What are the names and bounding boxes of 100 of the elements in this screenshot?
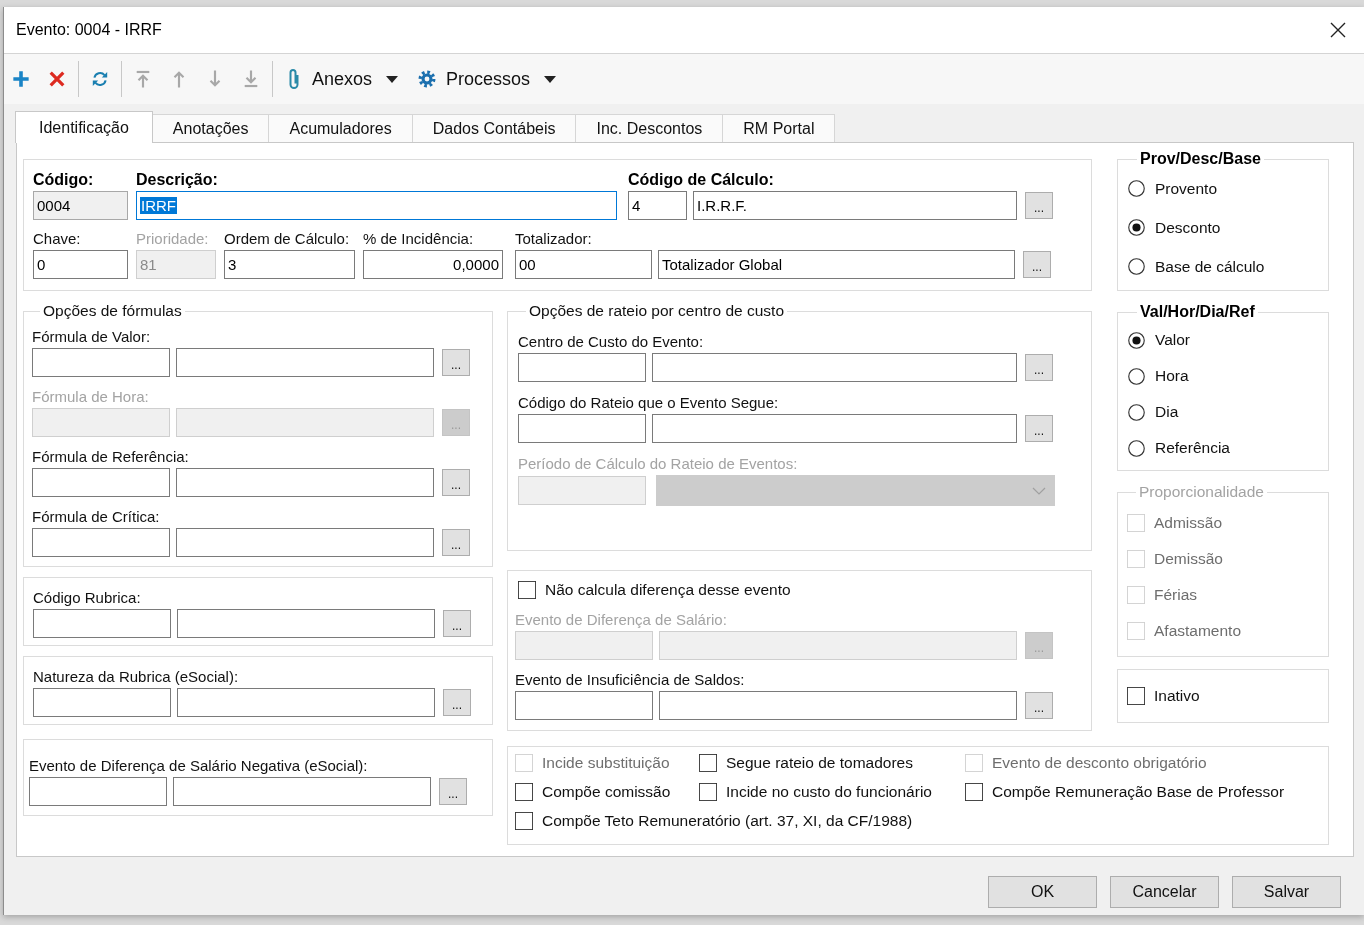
checkbox-label: Compõe comissão [542, 782, 671, 801]
text-field[interactable]: 0004 [33, 191, 128, 220]
tab[interactable]: Dados Contábeis [411, 114, 577, 143]
group-title: Opções de rateio por centro de custo [528, 302, 786, 320]
checkbox[interactable] [699, 782, 717, 801]
code-field[interactable] [32, 528, 170, 557]
option-label: Referência [1155, 439, 1230, 457]
paperclip-icon [288, 68, 300, 90]
checkbox[interactable] [965, 782, 983, 801]
checkbox-label: Evento de desconto obrigatório [992, 753, 1207, 772]
checkbox[interactable] [518, 581, 536, 599]
description-field[interactable] [176, 528, 434, 557]
option-label: Inativo [1154, 687, 1200, 705]
checkbox[interactable] [515, 782, 533, 801]
option-label: Férias [1154, 586, 1198, 604]
description-field[interactable] [652, 414, 1017, 443]
chevron-down-icon [1032, 486, 1046, 495]
field-label: Código de Cálculo: [628, 171, 775, 189]
field-label: Prioridade: [136, 230, 210, 248]
lookup-button[interactable]: ... [443, 689, 471, 716]
processes-menu[interactable]: Processos [410, 61, 565, 97]
tab[interactable]: RM Portal [722, 114, 836, 143]
text-field[interactable]: 3 [224, 250, 355, 279]
close-icon[interactable] [1330, 22, 1346, 38]
lookup-button[interactable]: ... [442, 469, 470, 496]
lookup-button[interactable]: ... [1025, 692, 1053, 719]
description-field[interactable]: I.R.R.F. [693, 191, 1017, 220]
caret-down-icon [386, 75, 399, 83]
field-label: Evento de Insuficiência de Saldos: [515, 671, 746, 689]
checkbox[interactable] [1127, 687, 1145, 705]
description-field[interactable] [176, 468, 434, 497]
field-label: Fórmula de Valor: [32, 328, 152, 346]
x-mark-icon[interactable] [48, 70, 66, 88]
option-label: Provento [1155, 179, 1218, 198]
option-label: Demissão [1154, 550, 1223, 568]
lookup-button[interactable]: ... [1025, 354, 1053, 381]
checkbox-label: Incide no custo do funcionário [726, 782, 932, 801]
group-title: Prov/Desc/Base [1139, 150, 1262, 168]
lookup-button[interactable]: ... [1023, 251, 1051, 278]
code-field[interactable] [32, 348, 170, 377]
checkbox-label: Compõe Remuneração Base de Professor [992, 782, 1285, 801]
radio-button[interactable] [1128, 219, 1145, 236]
field-label: Período de Cálculo do Rateio de Eventos: [518, 455, 799, 473]
tab[interactable]: Anotações [151, 114, 270, 143]
lookup-button[interactable]: ... [443, 610, 471, 637]
lookup-button[interactable]: ... [439, 778, 467, 805]
option-label: Hora [1155, 367, 1189, 385]
description-field[interactable] [652, 353, 1017, 382]
code-field[interactable] [518, 353, 646, 382]
code-field[interactable] [33, 688, 171, 717]
option-label: Admissão [1154, 514, 1223, 532]
checkbox-label: Compõe Teto Remuneratório (art. 37, XI, da CF/1988) [542, 811, 913, 830]
text-field[interactable]: IRRF [136, 191, 617, 220]
description-field[interactable]: Totalizador Global [658, 250, 1015, 279]
code-field[interactable]: 00 [515, 250, 652, 279]
radio-button[interactable] [1128, 258, 1145, 275]
circular-arrows-icon[interactable] [91, 70, 109, 88]
radio-button[interactable] [1128, 439, 1145, 457]
plus-icon[interactable] [12, 70, 30, 88]
description-field[interactable] [177, 609, 435, 638]
option-label: Dia [1155, 403, 1179, 421]
field-label: Evento de Diferença de Salário Negativa (eSocial): [29, 757, 369, 775]
footer-button[interactable]: Salvar [1232, 876, 1341, 908]
caret-down-icon [544, 75, 557, 83]
description-field[interactable] [173, 777, 431, 806]
code-field[interactable] [29, 777, 167, 806]
code-field[interactable] [518, 414, 646, 443]
radio-button[interactable] [1128, 331, 1145, 349]
description-field[interactable] [176, 348, 434, 377]
code-field[interactable]: 4 [628, 191, 687, 220]
description-field[interactable] [659, 691, 1017, 720]
description-field[interactable] [177, 688, 435, 717]
checkbox[interactable] [515, 811, 533, 830]
option-label: Valor [1155, 331, 1191, 349]
field-label: Fórmula de Hora: [32, 388, 150, 406]
checkbox-label: Segue rateio de tomadores [726, 753, 913, 772]
lookup-button[interactable]: ... [1025, 415, 1053, 442]
checkbox-label: Não calcula diferença desse evento [545, 581, 791, 599]
radio-button[interactable] [1128, 403, 1145, 421]
lookup-button[interactable]: ... [442, 349, 470, 376]
code-field[interactable] [33, 609, 171, 638]
dropdown-field[interactable] [656, 475, 1055, 506]
lookup-button[interactable]: ... [442, 529, 470, 556]
field-label: % de Incidência: [363, 230, 475, 248]
code-field[interactable] [32, 468, 170, 497]
footer-button[interactable]: Cancelar [1110, 876, 1219, 908]
tab[interactable]: Identificação [15, 111, 153, 143]
footer-button[interactable]: OK [988, 876, 1097, 908]
tab[interactable]: Inc. Descontos [575, 114, 724, 143]
text-field[interactable]: 0 [33, 250, 128, 279]
text-field[interactable]: 0,0000 [363, 250, 503, 279]
code-field[interactable] [515, 691, 653, 720]
tab[interactable]: Acumuladores [268, 114, 413, 143]
checkbox[interactable] [699, 753, 717, 772]
radio-button[interactable] [1128, 180, 1145, 197]
attachments-menu[interactable]: Anexos [280, 61, 407, 97]
radio-button[interactable] [1128, 367, 1145, 385]
field-label: Ordem de Cálculo: [224, 230, 351, 248]
field-label: Fórmula de Referência: [32, 448, 190, 466]
lookup-button[interactable]: ... [1025, 192, 1053, 219]
